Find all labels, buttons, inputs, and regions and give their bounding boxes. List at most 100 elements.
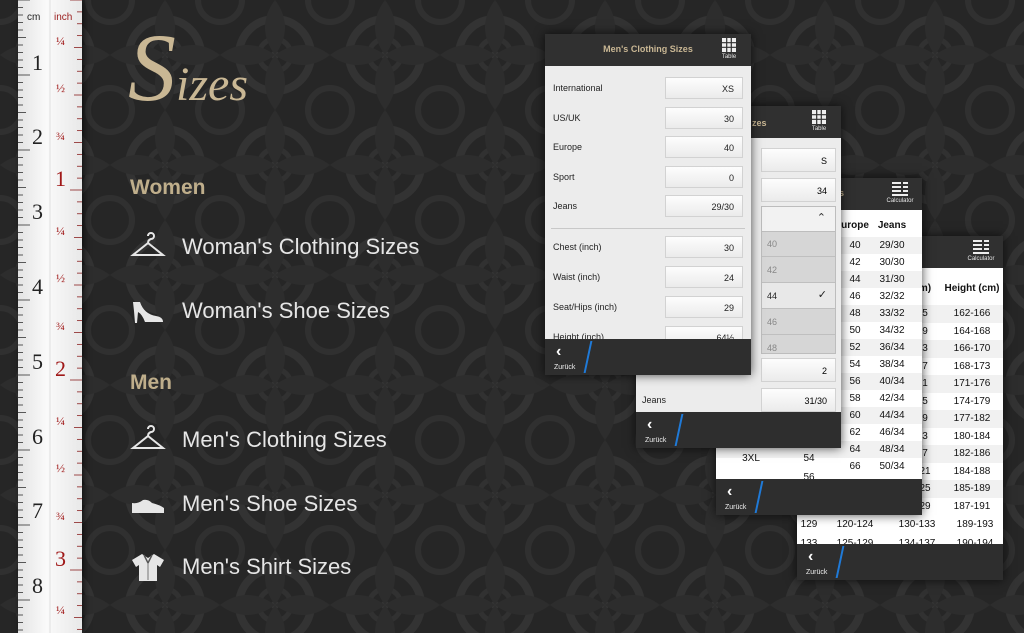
table-cell: 177-182 [953,413,991,424]
value-field[interactable]: 0 [665,166,743,188]
ruler-inch-fraction: ½ [56,461,65,475]
value-field[interactable]: 30 [665,236,743,258]
back-button-label: Zurück [725,504,747,511]
calculator-button-label: Calculator [886,198,914,204]
table-cell: 34/32 [879,325,905,336]
jeans-field[interactable]: 31/30 [761,388,836,412]
ruler-inch-number: 3 [55,546,66,571]
table-cell: 130-133 [898,519,936,530]
menu-item-womens-shoes[interactable]: Woman's Shoe Sizes [130,293,390,329]
table-cell: 30/30 [879,257,905,268]
dropdown-option-selected[interactable]: 44 ✓ [762,283,835,309]
ruler-cm-number: 1 [32,50,43,75]
size-dropdown[interactable]: ⌃ 40 42 44 ✓ 46 48 [761,206,836,361]
ruler-cm-number: 6 [32,424,43,449]
table-cell: 40 [849,240,861,251]
table-cell: 56 [849,376,861,387]
chevron-left-icon: ‹ [727,483,733,500]
row-label: Chest (inch) [553,242,602,252]
chevron-left-icon: ‹ [556,343,562,360]
size-field[interactable]: 2 [761,358,836,382]
row-label: Seat/Hips (inch) [553,302,618,312]
row-label: Waist (inch) [553,272,601,282]
value-field[interactable]: 40 [665,136,743,158]
ruler-inch-fraction: ½ [56,81,65,95]
size-row-sport: Sport 0 [553,166,743,190]
table-cell: 66 [849,461,861,472]
size-field[interactable]: 34 [761,178,836,202]
size-field[interactable]: S [761,148,836,172]
dropdown-option[interactable]: 46 [762,309,835,335]
size-row-us-uk: US/UK 30 [553,107,743,131]
calculator-button[interactable]: Calculator [882,182,918,204]
size-row-jeans: Jeans 29/30 [553,195,743,219]
menu-item-mens-shoes[interactable]: Men's Shoe Sizes [130,486,357,522]
screen-title-fragment: zes [752,118,767,128]
ruler-inch-fraction: ¾ [56,319,65,333]
back-button[interactable]: ‹ Zurück [636,412,684,448]
measuring-tape-ruler: cm inch 1 2 3 4 5 6 7 8 1 2 3 ¼ ½ ¾ ¼ ½ … [18,0,82,633]
back-button[interactable]: ‹ Zurück [716,479,764,515]
calculator-button[interactable]: Calculator [963,240,999,262]
table-cell: 38/34 [879,359,905,370]
table-button[interactable]: Table [711,38,747,60]
size-row-seat-hips: Seat/Hips (inch) 29 [553,296,743,320]
row-label: Europe [553,142,583,152]
ruler-inch-fraction: ¼ [56,603,65,617]
value-field[interactable]: XS [665,77,743,99]
dropdown-option[interactable]: 42 [762,257,835,283]
size-row-waist: Waist (inch) 24 [553,266,743,290]
value-field[interactable]: 30 [665,107,743,129]
menu-item-womens-clothing[interactable]: Woman's Clothing Sizes [130,229,419,265]
back-button[interactable]: ‹ Zurück [797,544,845,580]
ruler-cm-number: 8 [32,573,43,598]
table-cell: 44/34 [879,410,905,421]
section-divider [551,228,745,229]
chevron-left-icon: ‹ [808,548,814,565]
table-cell: 3XL [742,453,760,464]
table-cell: 29/30 [879,240,905,251]
dropdown-option-label: 44 [767,291,778,301]
table-cell: 64 [849,444,861,455]
jeans-label: Jeans [642,395,667,405]
table-cell: 182-186 [953,448,991,459]
back-button[interactable]: ‹ Zurück [545,339,593,375]
row-label: US/UK [553,113,581,123]
ruler-cm-number: 2 [32,124,43,149]
size-row-europe: Europe 40 [553,136,743,160]
table-cell: 180-184 [953,430,991,442]
table-cell: 42/34 [879,393,905,404]
dropdown-option[interactable]: 40 [762,231,835,257]
table-cell: 162-166 [953,308,991,319]
hanger-icon [130,232,166,256]
table-button[interactable]: Table [801,110,837,132]
blue-divider [835,546,845,578]
value-field[interactable]: 24 [665,266,743,288]
table-cell: 33/32 [879,308,905,319]
table-cell: 184-188 [953,465,991,477]
value-field[interactable]: 29/30 [665,195,743,217]
dropdown-header[interactable]: ⌃ [762,207,835,232]
table-cell: 174-179 [953,395,991,407]
table-cell: 50/34 [879,461,905,472]
menu-item-label: Woman's Shoe Sizes [182,298,391,323]
logo-rest: izes [176,58,248,111]
table-cell: 120-124 [836,519,874,530]
back-button-label: Zurück [645,437,667,444]
bottom-action-bar: ‹ Zurück [797,544,1003,580]
ruler-cm-label: cm [27,12,41,23]
menu-item-mens-shirts[interactable]: Men's Shirt Sizes [130,549,351,585]
ruler-inch-fraction: ¾ [56,129,65,143]
ruler-cm-number: 3 [32,199,43,224]
table-cell: 62 [849,427,861,438]
blue-divider [754,481,764,513]
chevron-left-icon: ‹ [647,416,653,433]
table-cell: 58 [849,393,861,404]
menu-item-mens-clothing[interactable]: Men's Clothing Sizes [130,422,387,458]
table-cell: 185-189 [953,483,991,494]
blue-divider [583,341,593,373]
menu-item-label: Men's Shirt Sizes [182,554,352,579]
table-cell: 32/32 [879,291,905,302]
calculator-button-label: Calculator [967,256,995,262]
value-field[interactable]: 29 [665,296,743,318]
